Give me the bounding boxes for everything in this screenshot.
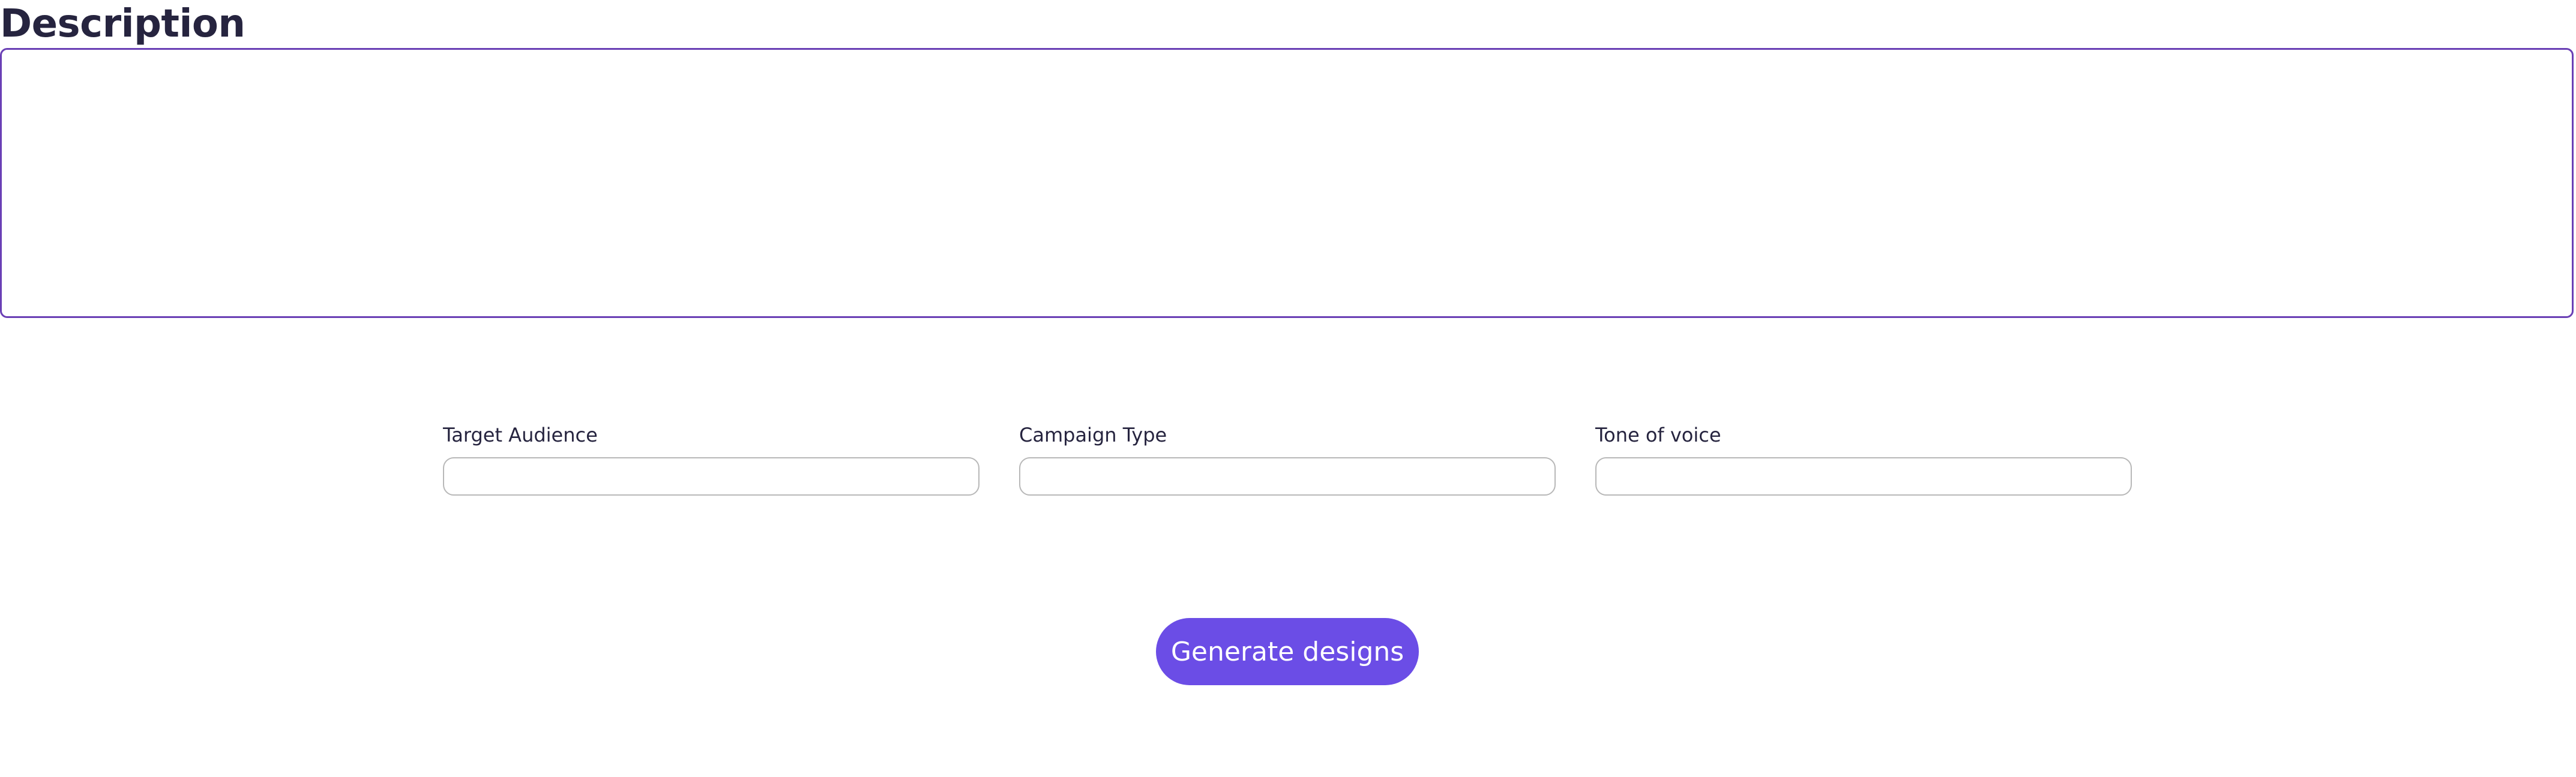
target-audience-label: Target Audience [443,424,598,446]
campaign-type-field: Campaign Type [1019,420,1556,496]
generate-designs-button[interactable]: Generate designs [1156,618,1419,685]
tone-of-voice-label: Tone of voice [1595,424,1721,446]
tone-of-voice-field: Tone of voice [1595,420,2132,496]
tone-of-voice-input[interactable] [1595,457,2132,496]
target-audience-input[interactable] [443,457,980,496]
campaign-type-input[interactable] [1019,457,1556,496]
campaign-type-label: Campaign Type [1019,424,1167,446]
target-audience-field: Target Audience [443,420,980,496]
description-textarea[interactable] [0,48,2574,318]
description-heading: Description [0,2,245,46]
